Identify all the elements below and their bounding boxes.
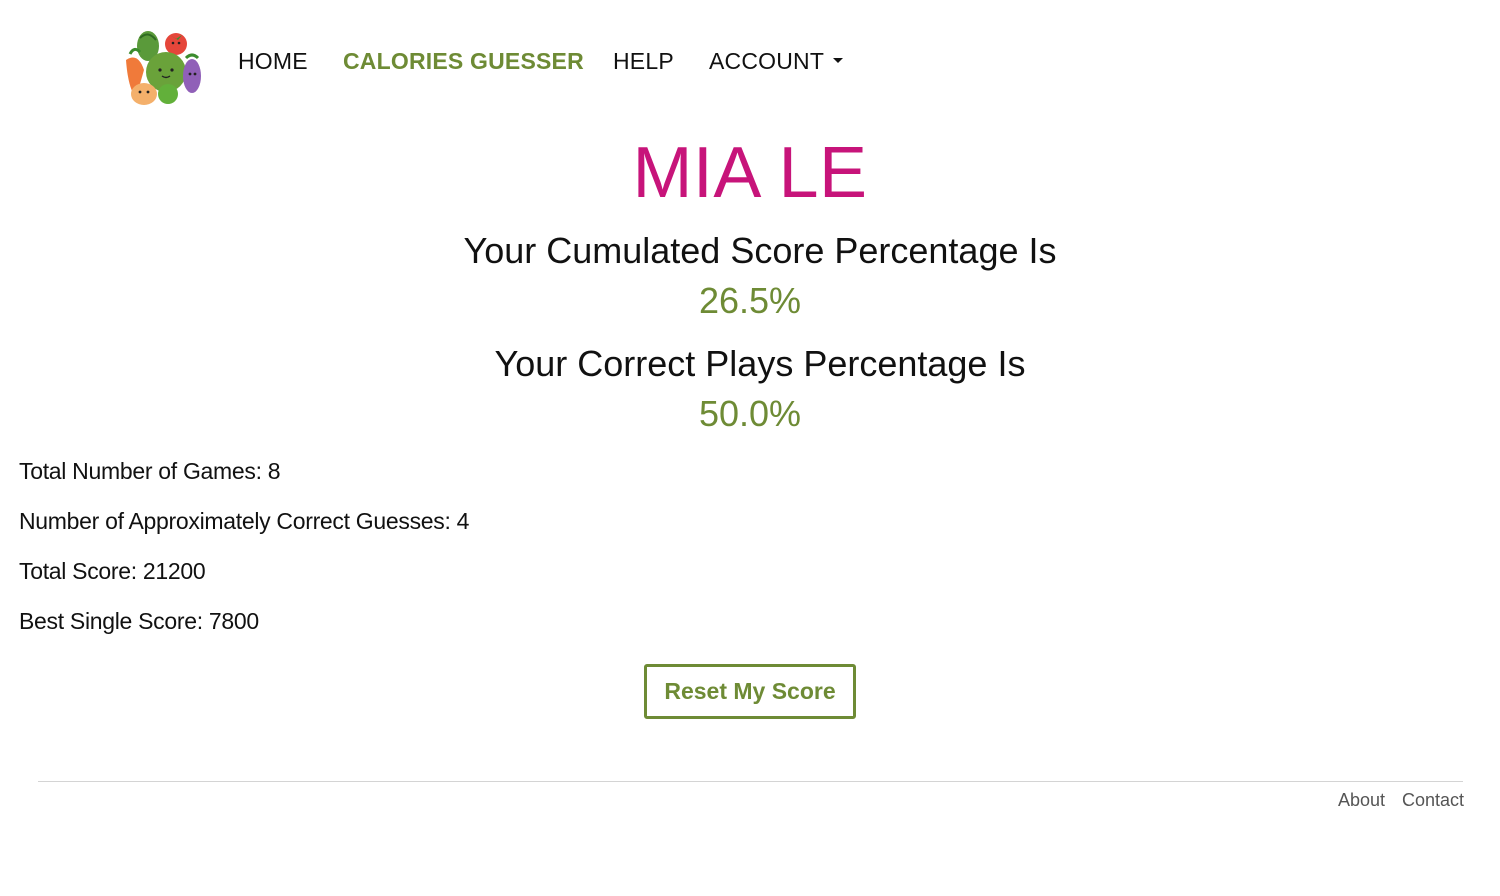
- nav-home-link[interactable]: HOME: [238, 48, 308, 75]
- top-navbar: HOME CALORIES GUESSER HELP ACCOUNT: [0, 0, 1500, 120]
- profile-page: HOME CALORIES GUESSER HELP ACCOUNT MIA L…: [0, 0, 1500, 896]
- best-single-score-text: Best Single Score: 7800: [19, 608, 259, 634]
- nav-calories-guesser-link[interactable]: CALORIES GUESSER: [343, 48, 584, 75]
- footer-divider: [38, 781, 1463, 782]
- cumulated-score-value: 26.5%: [698, 280, 802, 321]
- caret-down-icon: [833, 58, 844, 64]
- reset-score-button[interactable]: Reset My Score: [644, 664, 856, 719]
- cumulated-score-heading: Your Cumulated Score Percentage Is: [463, 230, 1057, 271]
- nav-help-link[interactable]: HELP: [613, 48, 674, 75]
- vegetables-logo-icon[interactable]: [120, 28, 204, 108]
- total-score-text: Total Score: 21200: [19, 558, 206, 584]
- user-name-title: MIA LE: [632, 133, 868, 213]
- correct-plays-heading: Your Correct Plays Percentage Is: [494, 343, 1026, 384]
- nav-account-dropdown[interactable]: ACCOUNT: [709, 48, 844, 75]
- approx-correct-guesses-text: Number of Approximately Correct Guesses:…: [19, 508, 470, 534]
- footer-contact-link[interactable]: Contact: [1402, 790, 1464, 811]
- footer-about-link[interactable]: About: [1338, 790, 1385, 811]
- correct-plays-value: 50.0%: [698, 393, 802, 434]
- vegetables-logo-icon-graphic: [126, 31, 201, 105]
- nav-account-label: ACCOUNT: [709, 48, 825, 74]
- total-games-text: Total Number of Games: 8: [19, 458, 281, 484]
